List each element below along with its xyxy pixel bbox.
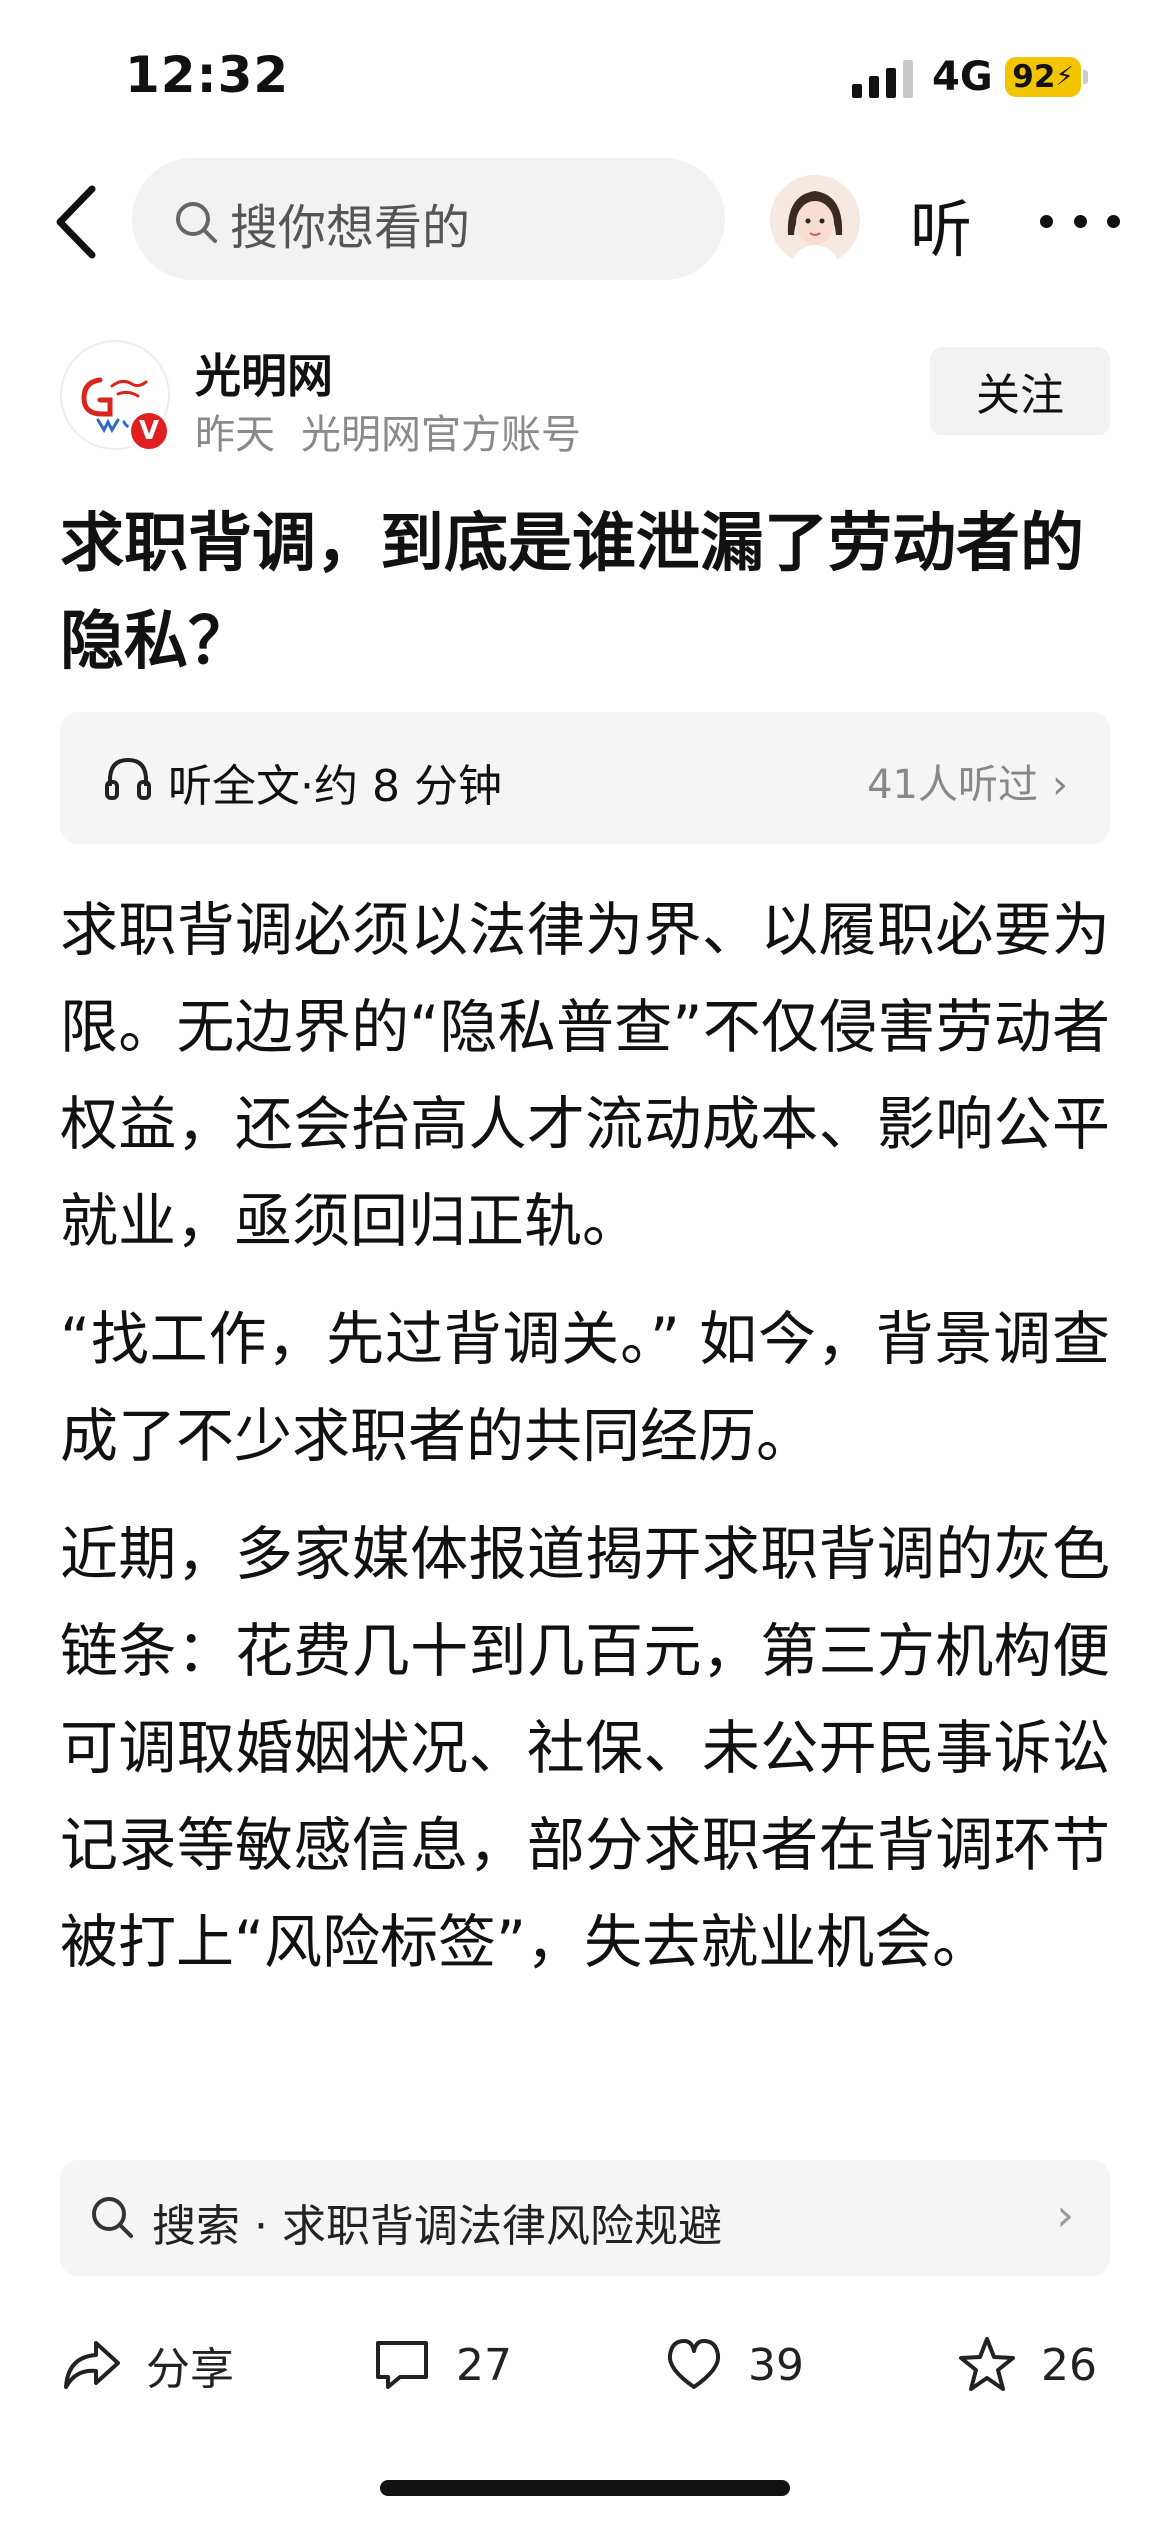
share-icon bbox=[64, 2341, 120, 2389]
share-label: 分享 bbox=[146, 2344, 234, 2395]
search-icon bbox=[176, 202, 217, 243]
listen-count-text: 41人听过 bbox=[867, 762, 1038, 808]
article-paragraph: “找工作，先过背调关。” 如今，背景调查成了不少求职者的共同经历。 bbox=[60, 1305, 1110, 1470]
more-options-button[interactable] bbox=[1040, 181, 1120, 261]
listen-count: 41人听过 › bbox=[867, 752, 1068, 810]
status-time: 12:32 bbox=[125, 46, 290, 104]
verified-badge-icon: V bbox=[128, 410, 170, 452]
back-button[interactable] bbox=[48, 183, 108, 261]
more-dot-icon bbox=[1040, 214, 1053, 228]
article-title: 求职背调，到底是谁泄漏了劳动者的隐私？ bbox=[60, 507, 1084, 679]
account-description: 光明网官方账号 bbox=[301, 412, 581, 458]
listen-full-article-bar[interactable]: 听全文·约 8 分钟 41人听过 › bbox=[60, 712, 1110, 844]
article-body: 求职背调必须以法律为界、以履职必要为限。无边界的“隐私普查”不仅侵害劳动者权益，… bbox=[60, 882, 1110, 2012]
related-search-text: 搜索 · 求职背调法律风险规避 bbox=[152, 2201, 722, 2252]
comment-button[interactable]: 27 bbox=[370, 2332, 512, 2398]
battery-tip bbox=[1083, 70, 1088, 84]
article-paragraph: 近期，多家媒体报道揭开求职背调的灰色链条：花费几十到几百元，第三方机构便可调取婚… bbox=[60, 1520, 1110, 1976]
like-count: 39 bbox=[748, 2339, 804, 2391]
author-name[interactable]: 光明网 bbox=[195, 340, 333, 406]
more-dot-icon bbox=[1107, 214, 1120, 228]
search-placeholder: 搜你想看的 bbox=[230, 200, 471, 256]
related-search-suggestion[interactable]: 搜索 · 求职背调法律风险规避 › bbox=[60, 2160, 1110, 2276]
signal-strength-icon bbox=[852, 58, 914, 98]
follow-button[interactable]: 关注 bbox=[930, 347, 1110, 435]
search-input[interactable]: 搜你想看的 bbox=[132, 158, 725, 280]
status-bar: 12:32 4G 92 ⚡ bbox=[0, 0, 1170, 150]
battery-level: 92 bbox=[1012, 59, 1056, 95]
charging-icon: ⚡ bbox=[1055, 62, 1074, 92]
author-meta: 昨天 光明网官方账号 bbox=[195, 402, 581, 460]
action-bar: 分享 27 39 26 bbox=[0, 2310, 1170, 2420]
favorite-button[interactable]: 26 bbox=[955, 2332, 1097, 2398]
author-row: V 光明网 昨天 光明网官方账号 关注 bbox=[0, 330, 1170, 460]
chevron-right-icon: › bbox=[1052, 762, 1068, 808]
favorite-count: 26 bbox=[1041, 2339, 1097, 2391]
listen-button[interactable]: 听 bbox=[910, 179, 972, 269]
chevron-right-icon: › bbox=[1056, 2190, 1074, 2241]
publish-date: 昨天 bbox=[195, 412, 275, 458]
back-arrow-icon bbox=[56, 185, 96, 259]
like-button[interactable]: 39 bbox=[662, 2332, 804, 2398]
article-paragraph: 求职背调必须以法律为界、以履职必要为限。无边界的“隐私普查”不仅侵害劳动者权益，… bbox=[60, 896, 1110, 1255]
headphone-icon bbox=[105, 757, 151, 800]
search-icon bbox=[92, 2197, 133, 2238]
heart-icon bbox=[667, 2339, 721, 2389]
more-dot-icon bbox=[1073, 214, 1087, 228]
network-type: 4G bbox=[932, 54, 993, 100]
top-nav: 搜你想看的 听 bbox=[0, 155, 1170, 285]
star-icon bbox=[959, 2337, 1015, 2391]
comment-icon bbox=[376, 2341, 428, 2389]
avatar-illustration-icon bbox=[770, 175, 860, 265]
listen-label: 听全文·约 8 分钟 bbox=[168, 761, 502, 812]
share-button[interactable]: 分享 bbox=[60, 2332, 234, 2398]
battery-icon: 92 ⚡ bbox=[1005, 57, 1081, 97]
comment-count: 27 bbox=[456, 2339, 512, 2391]
home-indicator[interactable] bbox=[380, 2480, 790, 2496]
assistant-avatar[interactable] bbox=[770, 175, 860, 265]
